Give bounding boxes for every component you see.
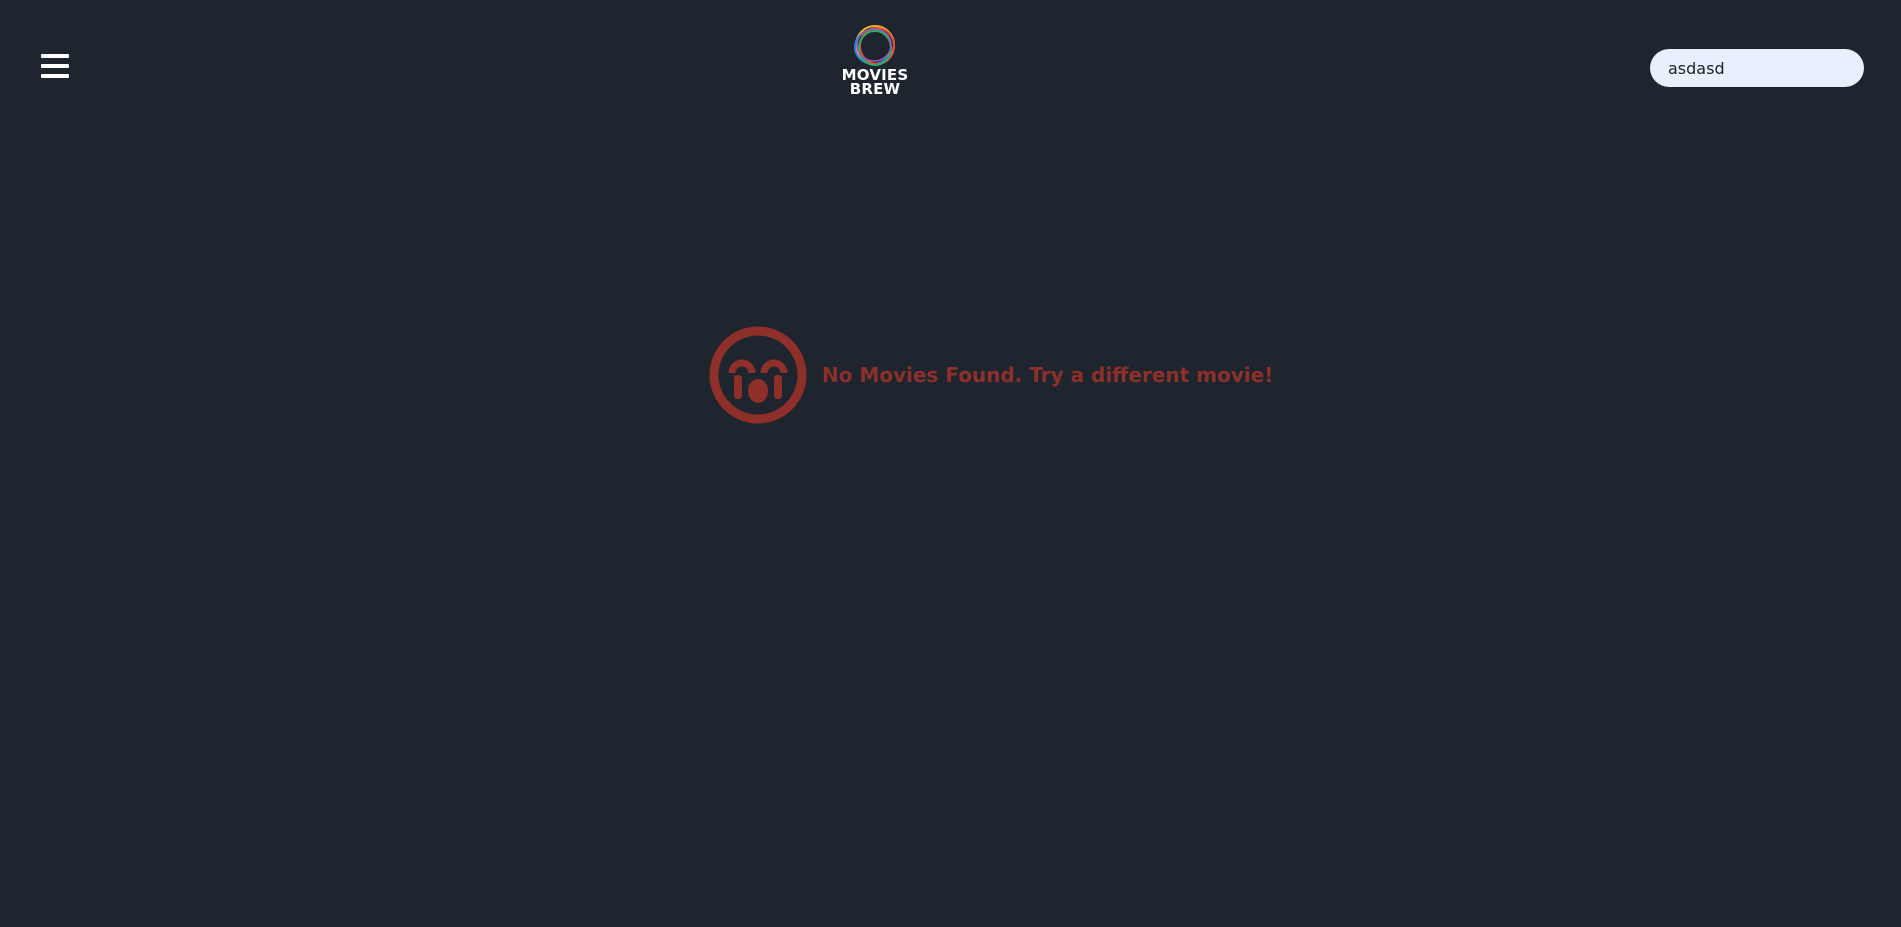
menu-bar-bottom — [41, 74, 69, 78]
overlapping-circles-logo-icon — [854, 25, 895, 66]
app-logo[interactable]: MOVIES BREW — [838, 24, 912, 106]
crying-face-icon — [709, 326, 807, 424]
logo-title-line2: BREW — [849, 80, 901, 98]
search-input[interactable] — [1650, 49, 1864, 87]
menu-bar-middle — [41, 64, 69, 68]
hamburger-menu-icon[interactable] — [38, 50, 74, 86]
menu-bar-top — [41, 54, 69, 58]
no-movies-found-text: No Movies Found. Try a different movie! — [822, 363, 1274, 387]
page: MOVIES BREW No Movies Found. Try a diffe… — [0, 0, 1901, 927]
no-results-message: No Movies Found. Try a different movie! — [708, 325, 1273, 425]
app-header: MOVIES BREW — [0, 0, 1901, 136]
